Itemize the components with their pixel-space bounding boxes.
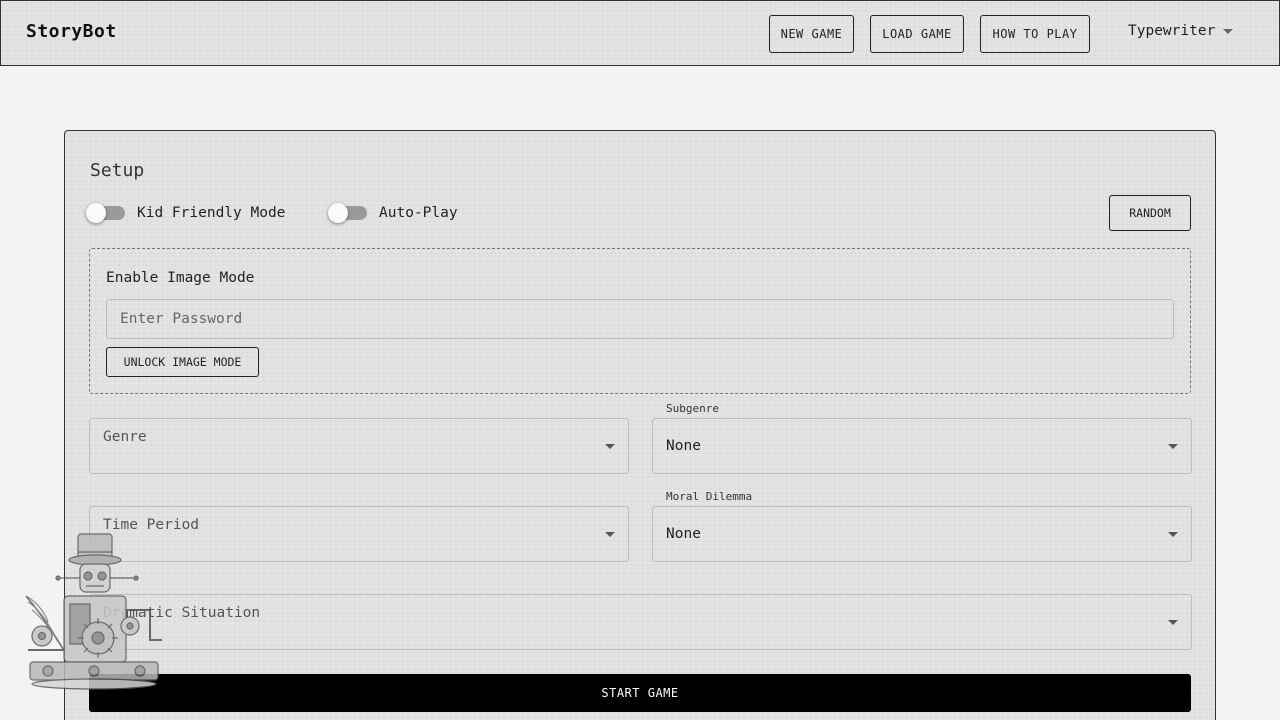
load-game-button[interactable]: LOAD GAME bbox=[870, 15, 964, 53]
genre-placeholder: Genre bbox=[103, 429, 147, 445]
unlock-image-mode-button[interactable]: UNLOCK IMAGE MODE bbox=[106, 347, 259, 377]
theme-select[interactable]: Typewriter bbox=[1128, 23, 1234, 39]
moral-dilemma-select[interactable]: None bbox=[652, 506, 1192, 562]
subgenre-select[interactable]: None bbox=[652, 418, 1192, 474]
setup-title: Setup bbox=[90, 160, 145, 181]
top-app-bar: StoryBot NEW GAME LOAD GAME HOW TO PLAY … bbox=[0, 0, 1280, 66]
image-mode-title: Enable Image Mode bbox=[106, 270, 255, 286]
auto-play-toggle[interactable]: Auto-Play bbox=[328, 203, 458, 223]
random-button[interactable]: RANDOM bbox=[1109, 195, 1191, 231]
kid-friendly-toggle[interactable]: Kid Friendly Mode bbox=[86, 203, 286, 223]
moral-dilemma-dropdown-icon bbox=[1168, 532, 1178, 537]
theme-select-value: Typewriter bbox=[1128, 23, 1216, 39]
kid-friendly-switch-knob[interactable] bbox=[86, 203, 106, 223]
chevron-down-icon bbox=[1223, 28, 1234, 34]
subgenre-value: None bbox=[666, 438, 701, 454]
moral-dilemma-label: Moral Dilemma bbox=[666, 490, 753, 503]
auto-play-switch-track[interactable] bbox=[328, 203, 367, 223]
subgenre-dropdown-icon bbox=[1168, 444, 1178, 449]
setup-panel: Setup Kid Friendly Mode Auto-Play RANDOM… bbox=[64, 130, 1216, 720]
kid-friendly-label: Kid Friendly Mode bbox=[137, 205, 286, 221]
time-period-select[interactable]: Time Period bbox=[89, 506, 629, 562]
dramatic-situation-dropdown-icon bbox=[1168, 620, 1178, 625]
auto-play-switch-knob[interactable] bbox=[328, 203, 348, 223]
app-brand[interactable]: StoryBot bbox=[26, 21, 117, 42]
password-input[interactable] bbox=[106, 299, 1174, 339]
genre-dropdown-icon bbox=[605, 444, 615, 449]
how-to-play-button[interactable]: HOW TO PLAY bbox=[980, 15, 1090, 53]
robot-mascot-icon bbox=[25, 533, 162, 690]
new-game-button[interactable]: NEW GAME bbox=[769, 15, 854, 53]
time-period-dropdown-icon bbox=[605, 532, 615, 537]
image-mode-box: Enable Image Mode UNLOCK IMAGE MODE bbox=[89, 248, 1191, 394]
kid-friendly-switch-track[interactable] bbox=[86, 203, 125, 223]
moral-dilemma-value: None bbox=[666, 526, 701, 542]
dramatic-situation-select[interactable]: Dramatic Situation bbox=[89, 594, 1192, 650]
start-game-button[interactable]: START GAME bbox=[89, 674, 1191, 712]
auto-play-label: Auto-Play bbox=[379, 205, 458, 221]
subgenre-label: Subgenre bbox=[666, 402, 719, 415]
genre-select[interactable]: Genre bbox=[89, 418, 629, 474]
